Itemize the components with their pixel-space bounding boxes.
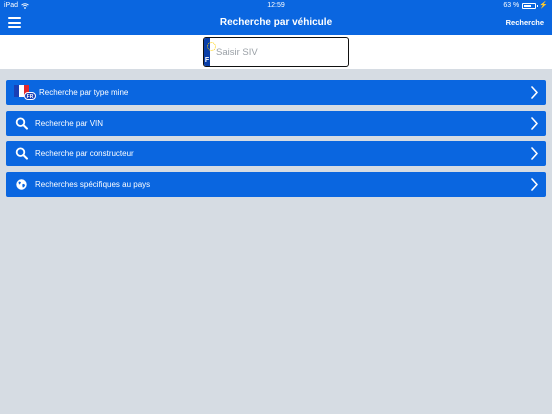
eu-band: F — [204, 38, 216, 66]
france-flag-icon: FR — [14, 85, 36, 100]
siv-input[interactable] — [210, 38, 348, 66]
menu-item-constructeur[interactable]: Recherche par constructeur — [6, 141, 546, 166]
menu-item-pays[interactable]: Recherches spécifiques au pays — [6, 171, 546, 197]
chevron-right-icon — [531, 116, 538, 130]
search-nav-button[interactable]: Recherche — [506, 11, 544, 35]
page-title: Recherche par véhicule — [219, 17, 333, 28]
chevron-right-icon — [531, 177, 538, 191]
menu-item-label: Recherche par type mine — [39, 88, 129, 97]
search-icon — [15, 147, 28, 160]
chevron-right-icon — [531, 147, 538, 160]
search-icon — [15, 116, 28, 130]
status-time: 12:59 — [267, 2, 285, 9]
search-options-list: FR Recherche par type mine Recherche par… — [6, 80, 546, 202]
status-right: 63 % ⚡ — [503, 0, 548, 11]
globe-icon — [16, 178, 27, 190]
battery-percent: 63 % — [503, 2, 520, 9]
menu-item-type-mine[interactable]: FR Recherche par type mine — [6, 80, 546, 105]
flag-badge: FR — [24, 92, 36, 100]
nav-bar: Recherche par véhicule Recherche — [0, 11, 552, 35]
license-plate-field: F — [203, 37, 349, 67]
eu-stars-icon — [207, 42, 216, 51]
battery-icon — [522, 2, 539, 9]
menu-item-label: Recherche par constructeur — [35, 149, 134, 158]
status-bar: iPad 12:59 63 % ⚡ — [0, 0, 552, 11]
charging-icon: ⚡ — [539, 2, 548, 9]
country-letter: F — [204, 57, 210, 64]
chevron-right-icon — [531, 86, 538, 99]
plate-search-area: F — [0, 35, 552, 69]
menu-item-label: Recherche par VIN — [35, 118, 104, 128]
menu-item-label: Recherches spécifiques au pays — [35, 179, 151, 189]
menu-item-vin[interactable]: Recherche par VIN — [6, 110, 546, 136]
